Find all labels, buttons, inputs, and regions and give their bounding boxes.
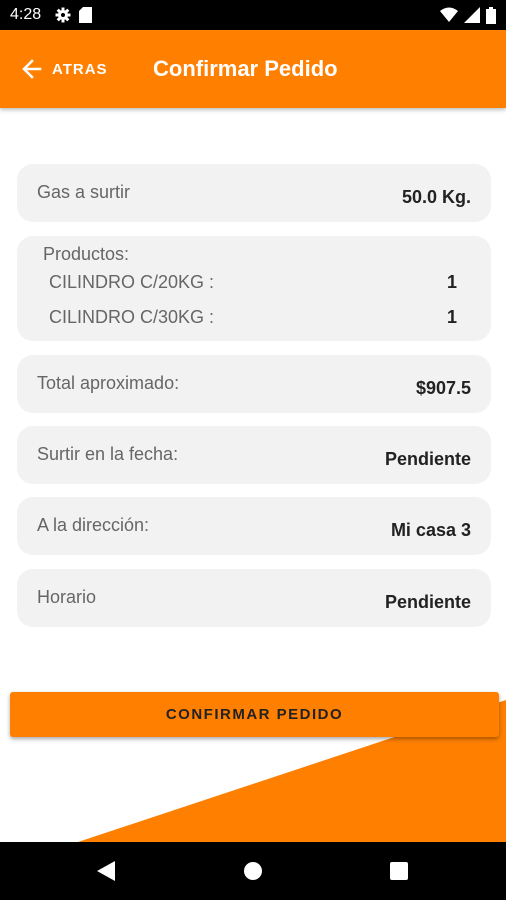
product-row: CILINDRO C/20KG : 1: [49, 272, 457, 296]
date-label: Surtir en la fecha:: [37, 444, 179, 464]
product-name: CILINDRO C/30KG :: [49, 307, 215, 327]
product-row: CILINDRO C/30KG : 1: [49, 307, 457, 331]
recents-square-icon: [390, 862, 408, 880]
total-card: Total aproximado: $907.5: [17, 355, 491, 413]
address-value: Mi casa 3: [390, 520, 471, 540]
wifi-icon: [440, 7, 458, 22]
products-card: Productos: CILINDRO C/20KG : 1 CILINDRO …: [17, 236, 491, 341]
sd-card-icon: [79, 7, 93, 23]
products-title: Productos:: [43, 244, 130, 264]
address-card: A la dirección: Mi casa 3: [17, 497, 491, 555]
nav-home-button[interactable]: [223, 842, 283, 900]
status-left-icons: [55, 7, 93, 23]
schedule-value: Pendiente: [384, 592, 471, 612]
total-label: Total aproximado:: [37, 373, 180, 393]
gas-label: Gas a surtir: [37, 182, 131, 202]
confirm-order-button[interactable]: CONFIRMAR PEDIDO: [10, 692, 499, 737]
nav-back-button[interactable]: [76, 842, 136, 900]
product-qty: 1: [446, 272, 457, 292]
product-name: CILINDRO C/20KG :: [49, 272, 215, 292]
battery-icon: [486, 6, 496, 24]
page-title: Confirmar Pedido: [153, 56, 338, 81]
back-button[interactable]: ATRAS: [20, 30, 108, 108]
back-triangle-icon: [97, 861, 115, 881]
signal-icon: [464, 7, 480, 23]
back-label: ATRAS: [52, 60, 108, 78]
schedule-label: Horario: [37, 587, 97, 607]
gas-value: 50.0 Kg.: [401, 187, 471, 207]
gear-icon: [55, 7, 71, 23]
gas-card: Gas a surtir 50.0 Kg.: [17, 164, 491, 222]
date-card: Surtir en la fecha: Pendiente: [17, 426, 491, 484]
address-label: A la dirección:: [37, 515, 150, 535]
status-time: 4:28: [10, 6, 42, 23]
status-right-icons: [440, 6, 496, 24]
total-value: $907.5: [415, 378, 471, 398]
schedule-card: Horario Pendiente: [17, 569, 491, 627]
product-qty: 1: [446, 307, 457, 327]
navigation-bar: [0, 842, 506, 900]
nav-recents-button[interactable]: [369, 842, 429, 900]
status-bar: 4:28: [0, 0, 506, 30]
arrow-left-icon: [22, 59, 42, 79]
home-circle-icon: [244, 862, 262, 880]
date-value: Pendiente: [384, 449, 471, 469]
app-bar: ATRAS Confirmar Pedido: [0, 30, 506, 108]
